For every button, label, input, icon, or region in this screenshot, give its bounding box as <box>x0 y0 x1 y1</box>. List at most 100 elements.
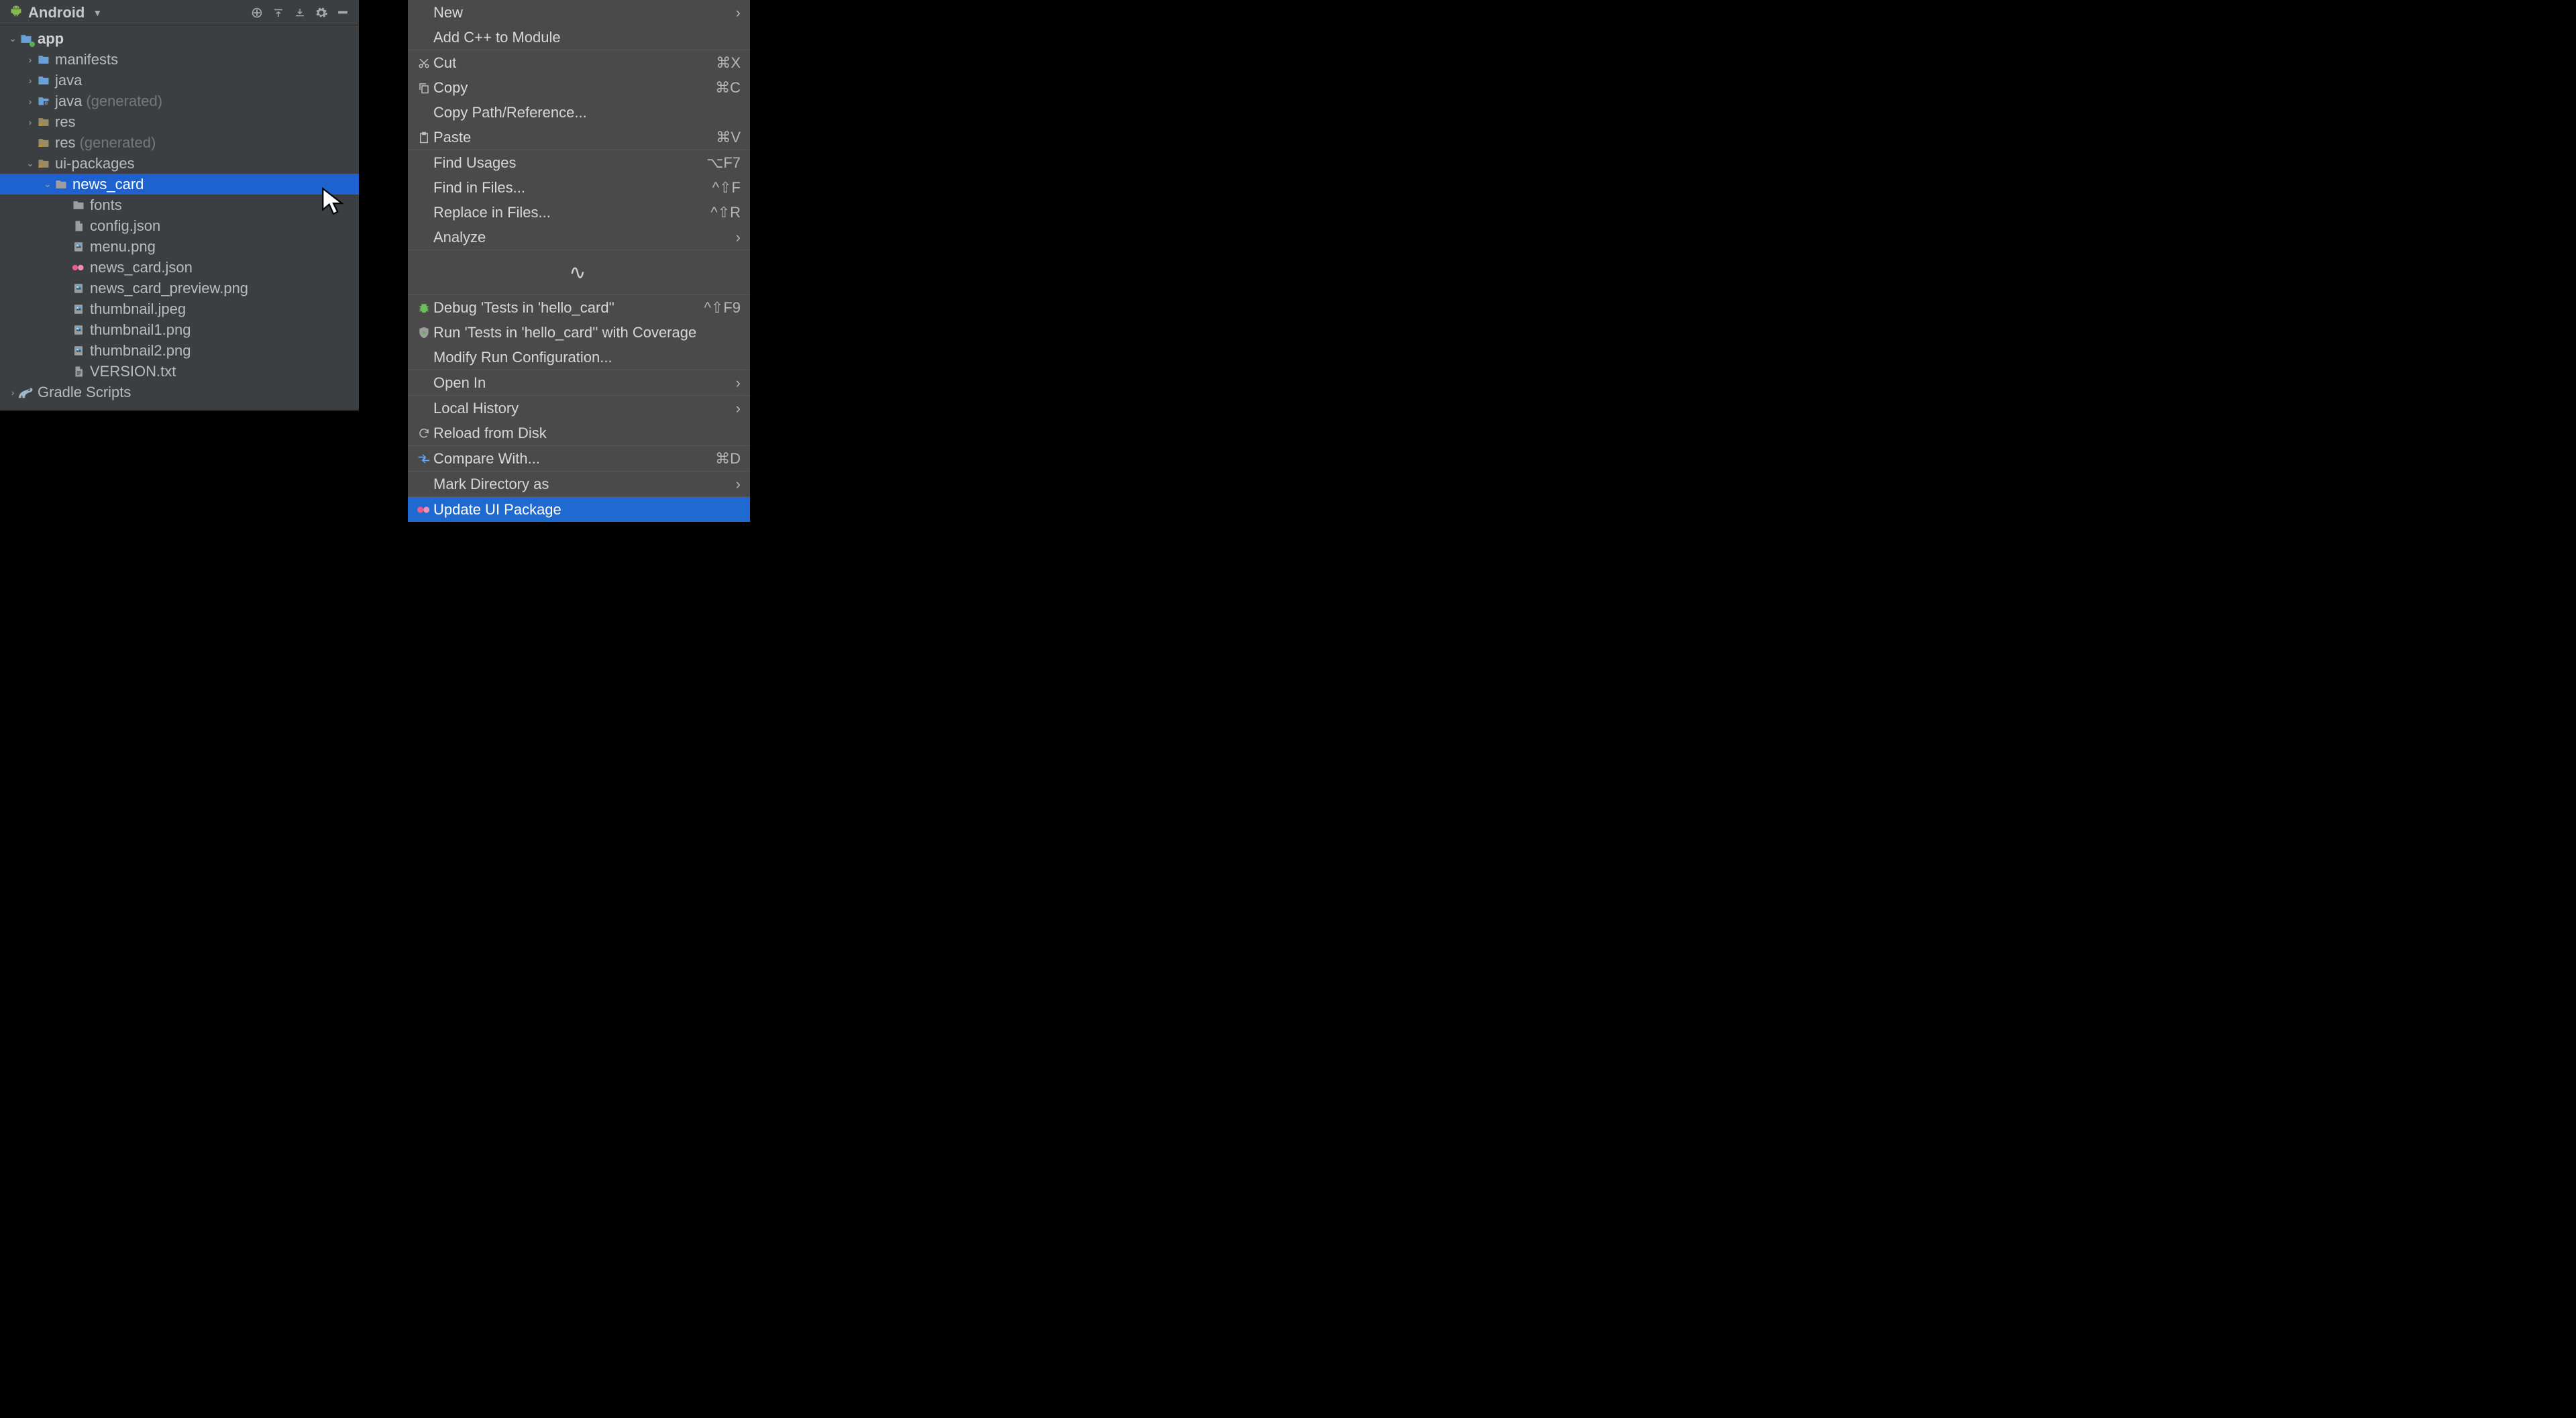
chevron-right-icon[interactable]: › <box>24 117 36 127</box>
menu-shortcut: ⌥F7 <box>706 154 741 172</box>
menu-item-label: Copy Path/Reference... <box>433 104 741 121</box>
project-panel-header: Android ▼ ⊕ ━ <box>0 0 359 25</box>
tree-node-fonts[interactable]: ›fonts <box>0 195 359 215</box>
tree-node-java[interactable]: › java <box>0 70 359 91</box>
copy-icon <box>415 82 433 94</box>
menu-item-paste[interactable]: Paste⌘V <box>408 125 750 150</box>
menu-item-label: New <box>433 4 731 21</box>
tree-node-newscard[interactable]: ⌄ news_card <box>0 174 359 195</box>
menu-item-findfiles[interactable]: Find in Files...^⇧F <box>408 175 750 200</box>
relay-icon <box>415 504 433 515</box>
tree-node-label: res <box>55 113 76 131</box>
menu-item-modrun[interactable]: Modify Run Configuration... <box>408 345 750 370</box>
menu-item-compare[interactable]: Compare With...⌘D <box>408 446 750 471</box>
chevron-right-icon[interactable]: › <box>24 75 36 86</box>
menu-item-analyze[interactable]: Analyze› <box>408 225 750 250</box>
select-opened-file-icon[interactable]: ⊕ <box>246 3 268 23</box>
menu-item-label: Compare With... <box>433 450 715 468</box>
menu-loading: ∿ <box>408 250 750 294</box>
menu-item-label: Replace in Files... <box>433 204 710 221</box>
menu-item-markdir[interactable]: Mark Directory as› <box>408 472 750 496</box>
tree-node-resgen[interactable]: ›res(generated) <box>0 132 359 153</box>
tree-node-javagen[interactable]: › ⚙ java(generated) <box>0 91 359 111</box>
tree-node-label: thumbnail1.png <box>90 321 191 339</box>
menu-item-label: Modify Run Configuration... <box>433 349 741 366</box>
tree-node-label: menu.png <box>90 238 156 256</box>
submenu-arrow-icon: › <box>736 374 741 392</box>
folder-icon <box>36 73 51 88</box>
tree-node-label: VERSION.txt <box>90 363 176 380</box>
paste-icon <box>415 131 433 144</box>
chevron-down-icon[interactable]: ⌄ <box>24 158 36 169</box>
menu-item-label: Update UI Package <box>433 501 741 519</box>
menu-item-copy[interactable]: Copy⌘C <box>408 75 750 100</box>
menu-shortcut: ^⇧F <box>712 179 741 197</box>
tree-node-label: ui-packages <box>55 155 135 172</box>
tree-node-thumb2[interactable]: ›thumbnail2.png <box>0 340 359 361</box>
tree-node-label: java <box>55 93 82 110</box>
menu-item-new[interactable]: New › <box>408 0 750 25</box>
menu-shortcut: ⌘D <box>715 450 741 468</box>
tree-node-label: news_card_preview.png <box>90 280 248 297</box>
tree-node-thumb1[interactable]: ›thumbnail1.png <box>0 319 359 340</box>
tree-node-config[interactable]: ›config.json <box>0 215 359 236</box>
menu-item-findusg[interactable]: Find Usages⌥F7 <box>408 150 750 175</box>
chevron-right-icon[interactable]: › <box>24 54 36 65</box>
tree-node-manifests[interactable]: ›manifests <box>0 49 359 70</box>
menu-item-cut[interactable]: Cut⌘X <box>408 50 750 75</box>
menu-item-label: Paste <box>433 129 716 146</box>
generated-folder-icon: ⚙ <box>36 94 51 109</box>
project-tree: ⌄app›manifests›java›⚙java(generated)›res… <box>0 25 359 411</box>
collapse-all-icon[interactable] <box>289 3 311 23</box>
relay-file-icon <box>71 260 86 275</box>
menu-item-update[interactable]: Update UI Package <box>408 497 750 522</box>
menu-item-copypath[interactable]: Copy Path/Reference... <box>408 100 750 125</box>
tree-node-menu[interactable]: ›menu.png <box>0 236 359 257</box>
view-selector-label[interactable]: Android <box>28 4 85 21</box>
tree-node-res[interactable]: › res <box>0 111 359 132</box>
settings-icon[interactable] <box>311 3 332 23</box>
menu-item-debug[interactable]: Debug 'Tests in 'hello_card''^⇧F9 <box>408 295 750 320</box>
view-selector-caret-icon[interactable]: ▼ <box>93 7 102 18</box>
tree-node-ver[interactable]: ›VERSION.txt <box>0 361 359 382</box>
tree-node-app[interactable]: ⌄app <box>0 28 359 49</box>
tree-node-label: java <box>55 72 82 89</box>
tree-node-label: news_card.json <box>90 259 193 276</box>
module-folder-icon <box>19 32 34 46</box>
image-file-icon <box>71 323 86 337</box>
menu-shortcut: ⌘V <box>716 129 741 146</box>
tree-node-ncprev[interactable]: ›news_card_preview.png <box>0 278 359 298</box>
resource-folder-icon <box>36 135 51 150</box>
chevron-down-icon[interactable]: ⌄ <box>7 33 19 44</box>
chevron-down-icon[interactable]: ⌄ <box>42 178 54 190</box>
tree-node-thumb[interactable]: ›thumbnail.jpeg <box>0 298 359 319</box>
json-file-icon <box>71 219 86 233</box>
generated-suffix: (generated) <box>86 93 162 110</box>
svg-text:⚙: ⚙ <box>44 101 48 106</box>
reload-icon <box>415 427 433 439</box>
submenu-arrow-icon: › <box>736 476 741 493</box>
android-icon <box>9 4 23 21</box>
tree-node-ncjson[interactable]: ›news_card.json <box>0 257 359 278</box>
menu-item-label: Open In <box>433 374 731 392</box>
submenu-arrow-icon: › <box>736 4 741 21</box>
loading-spinner-icon: ∿ <box>569 261 586 284</box>
tree-node-label: news_card <box>72 176 144 193</box>
tree-node-gradle[interactable]: ›Gradle Scripts <box>0 382 359 402</box>
menu-shortcut: ^⇧R <box>710 204 741 221</box>
menu-item-localhist[interactable]: Local History› <box>408 396 750 421</box>
chevron-right-icon[interactable]: › <box>7 387 19 398</box>
image-file-icon <box>71 281 86 296</box>
image-file-icon <box>71 239 86 254</box>
minimize-icon[interactable]: ━ <box>332 3 354 23</box>
generated-suffix: (generated) <box>80 134 156 152</box>
menu-item-replace[interactable]: Replace in Files...^⇧R <box>408 200 750 225</box>
expand-all-icon[interactable] <box>268 3 289 23</box>
tree-node-uipkg[interactable]: ⌄ ui-packages <box>0 153 359 174</box>
menu-item-reload[interactable]: Reload from Disk <box>408 421 750 445</box>
menu-item-openin[interactable]: Open In › <box>408 370 750 395</box>
menu-item-label: Find Usages <box>433 154 706 172</box>
chevron-right-icon[interactable]: › <box>24 96 36 107</box>
menu-item-coverage[interactable]: Run 'Tests in 'hello_card'' with Coverag… <box>408 320 750 345</box>
menu-item-addcpp[interactable]: Add C++ to Module <box>408 25 750 50</box>
